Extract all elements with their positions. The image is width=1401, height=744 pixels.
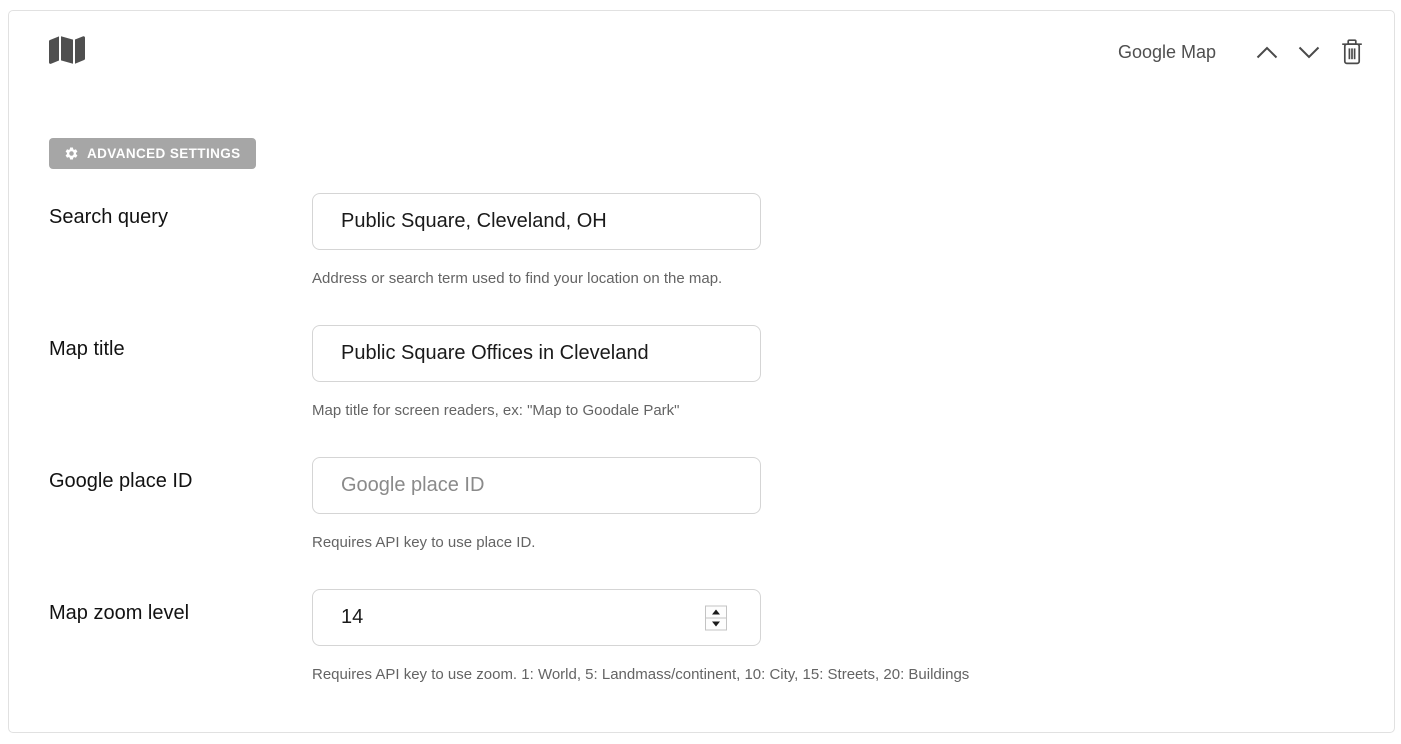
- map-zoom-level-input[interactable]: [312, 589, 761, 646]
- map-title-help: Map title for screen readers, ex: "Map t…: [312, 402, 1394, 419]
- field-row-map-title: Map title Map title for screen readers, …: [49, 325, 1394, 419]
- advanced-settings-button[interactable]: ADVANCED SETTINGS: [49, 138, 256, 169]
- map-settings-form: Search query Address or search term used…: [49, 193, 1394, 683]
- block-header: Google Map: [9, 11, 1394, 70]
- block-toolbar: Google Map: [1118, 34, 1368, 70]
- search-query-input[interactable]: [312, 193, 761, 250]
- delete-block-button[interactable]: [1336, 35, 1368, 69]
- triangle-up-icon: [712, 609, 720, 614]
- google-place-id-label: Google place ID: [49, 457, 312, 551]
- number-spinner[interactable]: [705, 605, 727, 630]
- google-map-block-panel: Google Map: [8, 10, 1395, 733]
- chevron-up-icon: [1256, 46, 1278, 59]
- map-title-label: Map title: [49, 325, 312, 419]
- search-query-help: Address or search term used to find your…: [312, 270, 1394, 287]
- google-place-id-help: Requires API key to use place ID.: [312, 534, 1394, 551]
- triangle-down-icon: [712, 621, 720, 626]
- trash-icon: [1340, 39, 1364, 65]
- spinner-down-button[interactable]: [705, 617, 727, 630]
- field-row-map-zoom-level: Map zoom level Requires API key to use z…: [49, 589, 1394, 683]
- chevron-down-icon: [1298, 46, 1320, 59]
- map-zoom-level-label: Map zoom level: [49, 589, 312, 683]
- map-zoom-level-help: Requires API key to use zoom. 1: World, …: [312, 666, 1394, 683]
- advanced-settings-label: ADVANCED SETTINGS: [87, 146, 241, 161]
- move-up-button[interactable]: [1252, 42, 1282, 63]
- field-row-google-place-id: Google place ID Requires API key to use …: [49, 457, 1394, 551]
- google-place-id-input[interactable]: [312, 457, 761, 514]
- field-row-search-query: Search query Address or search term used…: [49, 193, 1394, 287]
- move-down-button[interactable]: [1294, 42, 1324, 63]
- search-query-label: Search query: [49, 193, 312, 287]
- gear-icon: [64, 146, 79, 161]
- folded-map-icon: [49, 34, 85, 66]
- block-type-label: Google Map: [1118, 42, 1216, 63]
- map-title-input[interactable]: [312, 325, 761, 382]
